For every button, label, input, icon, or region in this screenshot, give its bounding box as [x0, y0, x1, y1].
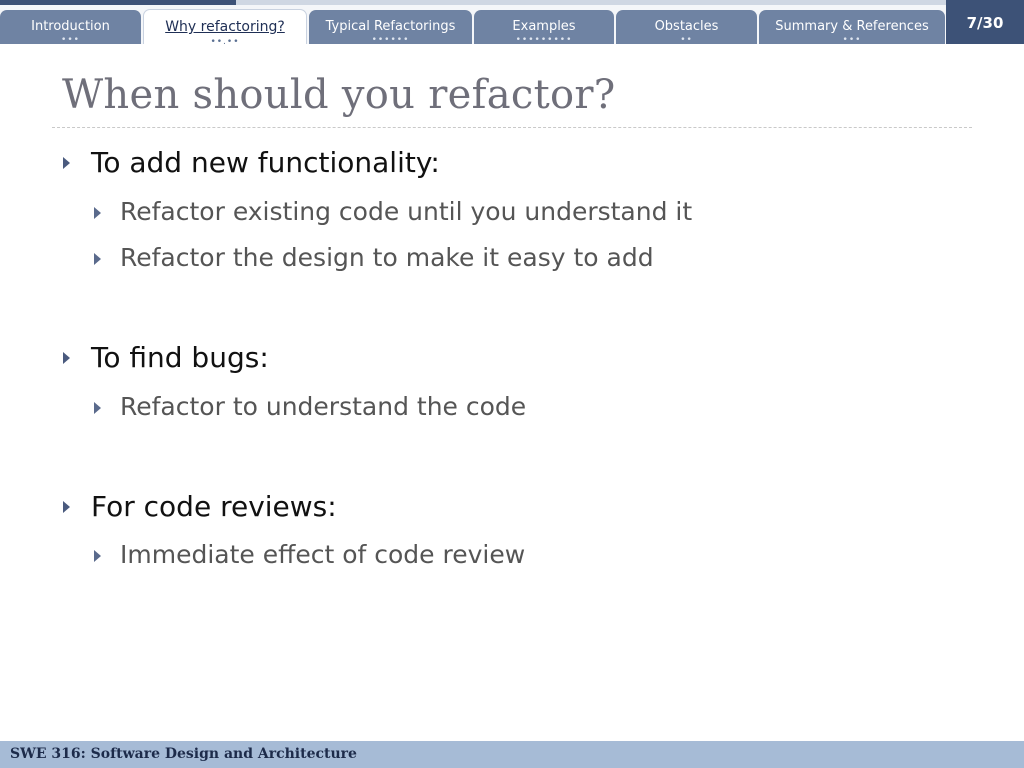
- tab-slide-dots[interactable]: ••••••: [309, 36, 472, 45]
- tab-label: Obstacles: [654, 19, 719, 34]
- sub-bullet: Refactor to understand the code: [94, 392, 527, 421]
- bullet-arrow-icon: [94, 253, 101, 265]
- tab-slide-dots[interactable]: ••.••: [144, 38, 306, 47]
- bullet-text: Refactor existing code until you underst…: [120, 197, 693, 226]
- bullet-text: To find bugs:: [91, 341, 269, 374]
- bullet-text: For code reviews:: [91, 490, 337, 523]
- sub-bullet: Immediate effect of code review: [94, 540, 526, 569]
- bullet-text: To add new functionality:: [91, 146, 440, 179]
- tab-slide-dots[interactable]: •••: [0, 36, 141, 45]
- tab-obstacles[interactable]: Obstacles ••: [616, 10, 757, 45]
- tab-label: Typical Refactorings: [325, 19, 456, 34]
- bullet-heading: To add new functionality:: [63, 146, 440, 179]
- tab-label: Examples: [512, 19, 576, 34]
- bullet-arrow-icon: [94, 550, 101, 562]
- tab-examples[interactable]: Examples •••••••••: [474, 10, 614, 45]
- bullet-text: Immediate effect of code review: [120, 540, 526, 569]
- progress-bar-remaining: [236, 0, 1024, 5]
- page-counter: 7/30: [946, 0, 1024, 44]
- bullet-arrow-icon: [63, 157, 70, 169]
- bullet-heading: For code reviews:: [63, 490, 337, 523]
- bullet-text: Refactor to understand the code: [120, 392, 527, 421]
- tab-introduction[interactable]: Introduction •••: [0, 10, 141, 45]
- slide-title: When should you refactor?: [62, 72, 616, 118]
- bullet-arrow-icon: [94, 207, 101, 219]
- sub-bullet: Refactor existing code until you underst…: [94, 197, 693, 226]
- bullet-arrow-icon: [63, 501, 70, 513]
- bullet-text: Refactor the design to make it easy to a…: [120, 243, 654, 272]
- tab-why-refactoring[interactable]: Why refactoring? ••.••: [143, 9, 307, 47]
- tab-slide-dots[interactable]: •••: [759, 36, 945, 45]
- tab-slide-dots[interactable]: •••••••••: [474, 36, 614, 45]
- bullet-heading: To find bugs:: [63, 341, 269, 374]
- sub-bullet: Refactor the design to make it easy to a…: [94, 243, 654, 272]
- tab-label: Introduction: [31, 19, 110, 34]
- tab-typical-refactorings[interactable]: Typical Refactorings ••••••: [309, 10, 472, 45]
- bullet-arrow-icon: [94, 402, 101, 414]
- top-navigation-bar: Introduction ••• Why refactoring? ••.•• …: [0, 0, 1024, 47]
- slide-footer: SWE 316: Software Design and Architectur…: [0, 741, 1024, 768]
- title-divider: [52, 127, 972, 128]
- tab-label: Why refactoring?: [165, 19, 285, 35]
- bullet-arrow-icon: [63, 352, 70, 364]
- tab-summary-references[interactable]: Summary & References •••: [759, 10, 945, 45]
- progress-bar-filled: [0, 0, 236, 5]
- tab-label: Summary & References: [775, 19, 929, 34]
- tab-slide-dots[interactable]: ••: [616, 36, 757, 45]
- course-title: SWE 316: Software Design and Architectur…: [10, 746, 357, 762]
